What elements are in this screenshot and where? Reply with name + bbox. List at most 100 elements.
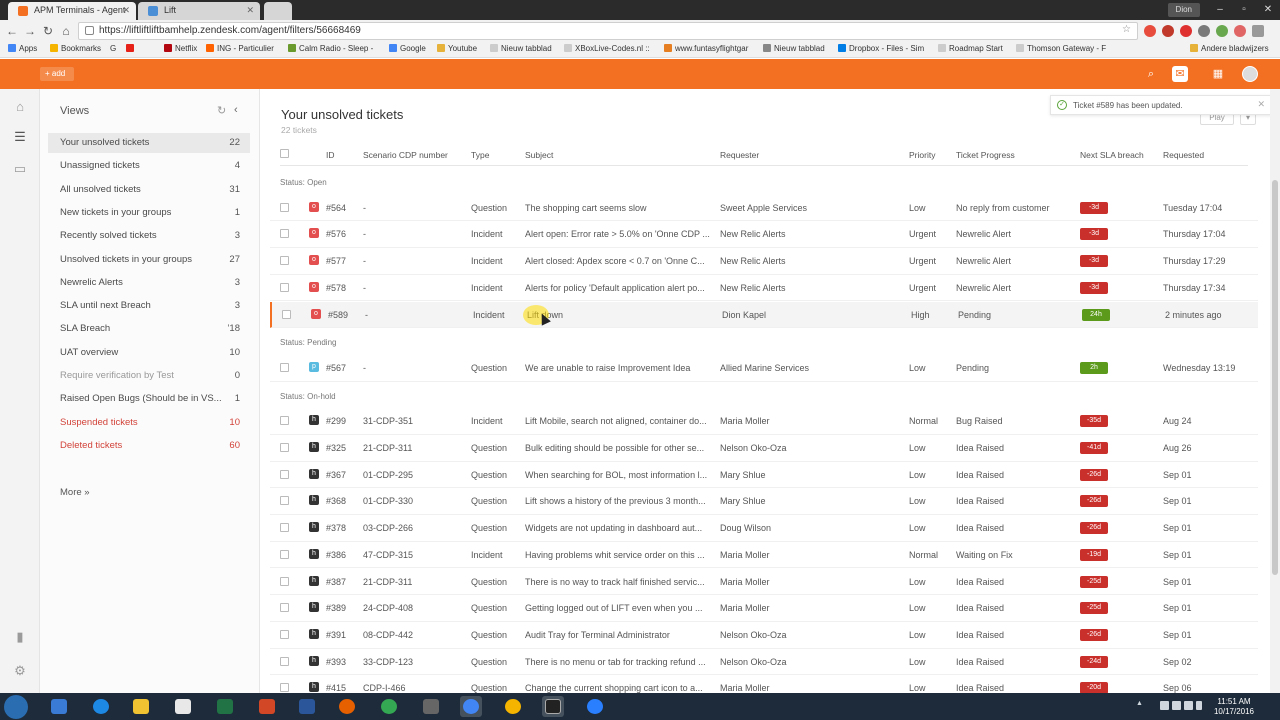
- table-row[interactable]: h #325 21-CDP-311 Question Bulk editing shou…: [270, 435, 1258, 462]
- requester-name[interactable]: New Relic Alerts: [720, 229, 900, 239]
- table-row[interactable]: h #299 31-CDP-351 Incident Lift Mobile, sear…: [270, 408, 1258, 435]
- col-type[interactable]: Type: [471, 150, 489, 160]
- row-checkbox[interactable]: [280, 362, 289, 372]
- view-item[interactable]: Newrelic Alerts 3: [48, 273, 250, 293]
- home-icon[interactable]: ⌂: [12, 99, 28, 115]
- extension-icon[interactable]: [1198, 25, 1210, 37]
- close-tab-icon[interactable]: ✕: [122, 5, 130, 16]
- tray-flag-icon[interactable]: [1160, 701, 1169, 710]
- table-row[interactable]: h #393 33-CDP-123 Question There is no menu …: [270, 649, 1258, 676]
- ticket-subject[interactable]: There is no menu or tab for tracking ref…: [525, 657, 710, 667]
- extension-icon[interactable]: [1216, 25, 1228, 37]
- bookmark-item[interactable]: Thomson Gateway - F: [1016, 44, 1106, 53]
- forward-icon[interactable]: →: [22, 23, 38, 39]
- requester-name[interactable]: Mary Shlue: [720, 496, 900, 506]
- select-all-checkbox[interactable]: [280, 149, 289, 158]
- ticket-subject[interactable]: Bulk editing should be possible for othe…: [525, 443, 710, 453]
- col-id[interactable]: ID: [326, 150, 335, 160]
- ticket-subject[interactable]: Lift Mobile, search not aligned, contain…: [525, 416, 710, 426]
- table-row[interactable]: o #589 - Incident Lift down Dion Kapel High Pen…: [270, 301, 1258, 329]
- bookmark-item[interactable]: Youtube: [437, 44, 477, 53]
- view-item[interactable]: Your unsolved tickets 22: [48, 133, 250, 153]
- collapse-chevron-icon[interactable]: ‹: [234, 104, 238, 116]
- extension-icon[interactable]: [1162, 25, 1174, 37]
- table-row[interactable]: o #564 - Question The shopping cart seems sl…: [270, 195, 1258, 222]
- minimize-icon[interactable]: –: [1208, 0, 1232, 20]
- bookmark-item[interactable]: ING - Particulier: [206, 44, 274, 53]
- view-item[interactable]: Unassigned tickets 4: [48, 156, 250, 176]
- col-scenario[interactable]: Scenario CDP number: [363, 150, 448, 160]
- ticket-id[interactable]: #576: [326, 229, 346, 239]
- requester-name[interactable]: Mary Shlue: [720, 470, 900, 480]
- requester-name[interactable]: New Relic Alerts: [720, 283, 900, 293]
- reporting-icon[interactable]: ▭: [12, 161, 28, 177]
- refresh-icon[interactable]: ↻: [217, 104, 226, 117]
- taskbar-word[interactable]: [296, 696, 318, 717]
- taskbar-7zip[interactable]: [542, 696, 564, 717]
- taskbar-app[interactable]: [48, 696, 70, 717]
- view-item[interactable]: SLA Breach ’18: [48, 319, 250, 339]
- ticket-subject[interactable]: Alert closed: Apdex score < 0.7 on 'Onne…: [525, 256, 710, 266]
- table-row[interactable]: o #576 - Incident Alert open: Error rate > 5…: [270, 221, 1258, 249]
- table-row[interactable]: h #378 03-CDP-266 Question Widgets are not u…: [270, 515, 1258, 542]
- bookmark-item[interactable]: Dropbox - Files - Sim: [838, 44, 924, 53]
- close-window-icon[interactable]: ✕: [1256, 0, 1280, 20]
- ticket-id[interactable]: #387: [326, 577, 346, 587]
- ticket-id[interactable]: #386: [326, 550, 346, 560]
- view-item[interactable]: All unsolved tickets 31: [48, 180, 250, 200]
- ticket-subject[interactable]: There is no way to track half finished s…: [525, 577, 710, 587]
- bookmark-item[interactable]: Bookmarks: [50, 44, 101, 53]
- ticket-subject[interactable]: Widgets are not updating in dashboard au…: [525, 523, 710, 533]
- table-row[interactable]: h #386 47-CDP-315 Incident Having problems w…: [270, 542, 1258, 569]
- view-item[interactable]: New tickets in your groups 1: [48, 203, 250, 223]
- view-item[interactable]: UAT overview 10: [48, 343, 250, 363]
- row-checkbox[interactable]: [280, 416, 289, 426]
- table-row[interactable]: h #367 01-CDP-295 Question When searching fo…: [270, 462, 1258, 489]
- requester-name[interactable]: Sweet Apple Services: [720, 203, 900, 213]
- taskbar-chrome-active[interactable]: [460, 696, 482, 717]
- view-item[interactable]: Unsolved tickets in your groups 27: [48, 250, 250, 270]
- add-button[interactable]: + add: [40, 67, 74, 81]
- row-checkbox[interactable]: [280, 603, 289, 613]
- row-checkbox[interactable]: [280, 683, 289, 693]
- extension-icon[interactable]: [1180, 25, 1192, 37]
- row-checkbox[interactable]: [280, 469, 289, 479]
- ticket-subject[interactable]: Change the current shopping cart icon to…: [525, 683, 710, 693]
- taskbar-app[interactable]: [584, 696, 606, 717]
- taskbar-excel[interactable]: [214, 696, 236, 717]
- ticket-subject[interactable]: Having problems whit service order on th…: [525, 550, 710, 560]
- home-icon[interactable]: ⌂: [58, 23, 74, 39]
- ticket-subject[interactable]: Lift down: [527, 310, 712, 320]
- row-checkbox[interactable]: [282, 309, 291, 319]
- col-sla[interactable]: Next SLA breach: [1080, 150, 1144, 160]
- chat-icon[interactable]: ✉: [1172, 66, 1188, 82]
- requester-name[interactable]: Maria Moller: [720, 603, 900, 613]
- ticket-subject[interactable]: When searching for BOL, most information…: [525, 470, 710, 480]
- ticket-subject[interactable]: Alert open: Error rate > 5.0% on 'Onne C…: [525, 229, 710, 239]
- ticket-id[interactable]: #564: [326, 203, 346, 213]
- url-input[interactable]: https://liftliftliftbamhelp.zendesk.com/…: [78, 22, 1138, 40]
- bookmark-item[interactable]: G: [110, 44, 116, 53]
- table-row[interactable]: h #391 08-CDP-442 Question Audit Tray for Te…: [270, 622, 1258, 649]
- row-checkbox[interactable]: [280, 576, 289, 586]
- network-icon[interactable]: [1184, 701, 1193, 710]
- tray-icon[interactable]: [1172, 701, 1181, 710]
- bookmark-star-icon[interactable]: ☆: [1122, 24, 1131, 35]
- view-item[interactable]: Deleted tickets 60: [48, 436, 250, 456]
- row-checkbox[interactable]: [280, 549, 289, 559]
- ticket-id[interactable]: #368: [326, 496, 346, 506]
- taskbar-powerpoint[interactable]: [256, 696, 278, 717]
- bookmark-item[interactable]: [126, 44, 137, 53]
- menu-icon[interactable]: [1252, 25, 1264, 37]
- col-priority[interactable]: Priority: [909, 150, 935, 160]
- requester-name[interactable]: Maria Moller: [720, 683, 900, 693]
- extension-icon[interactable]: [1234, 25, 1246, 37]
- row-checkbox[interactable]: [280, 229, 289, 239]
- row-checkbox[interactable]: [280, 523, 289, 533]
- table-row[interactable]: o #577 - Incident Alert closed: Apdex score …: [270, 248, 1258, 275]
- col-requester[interactable]: Requester: [720, 150, 759, 160]
- taskbar-media[interactable]: [172, 696, 194, 717]
- table-row[interactable]: h #389 24-CDP-408 Question Getting logged ou…: [270, 595, 1258, 622]
- row-checkbox[interactable]: [280, 496, 289, 506]
- ticket-subject[interactable]: Lift shows a history of the previous 3 m…: [525, 496, 710, 506]
